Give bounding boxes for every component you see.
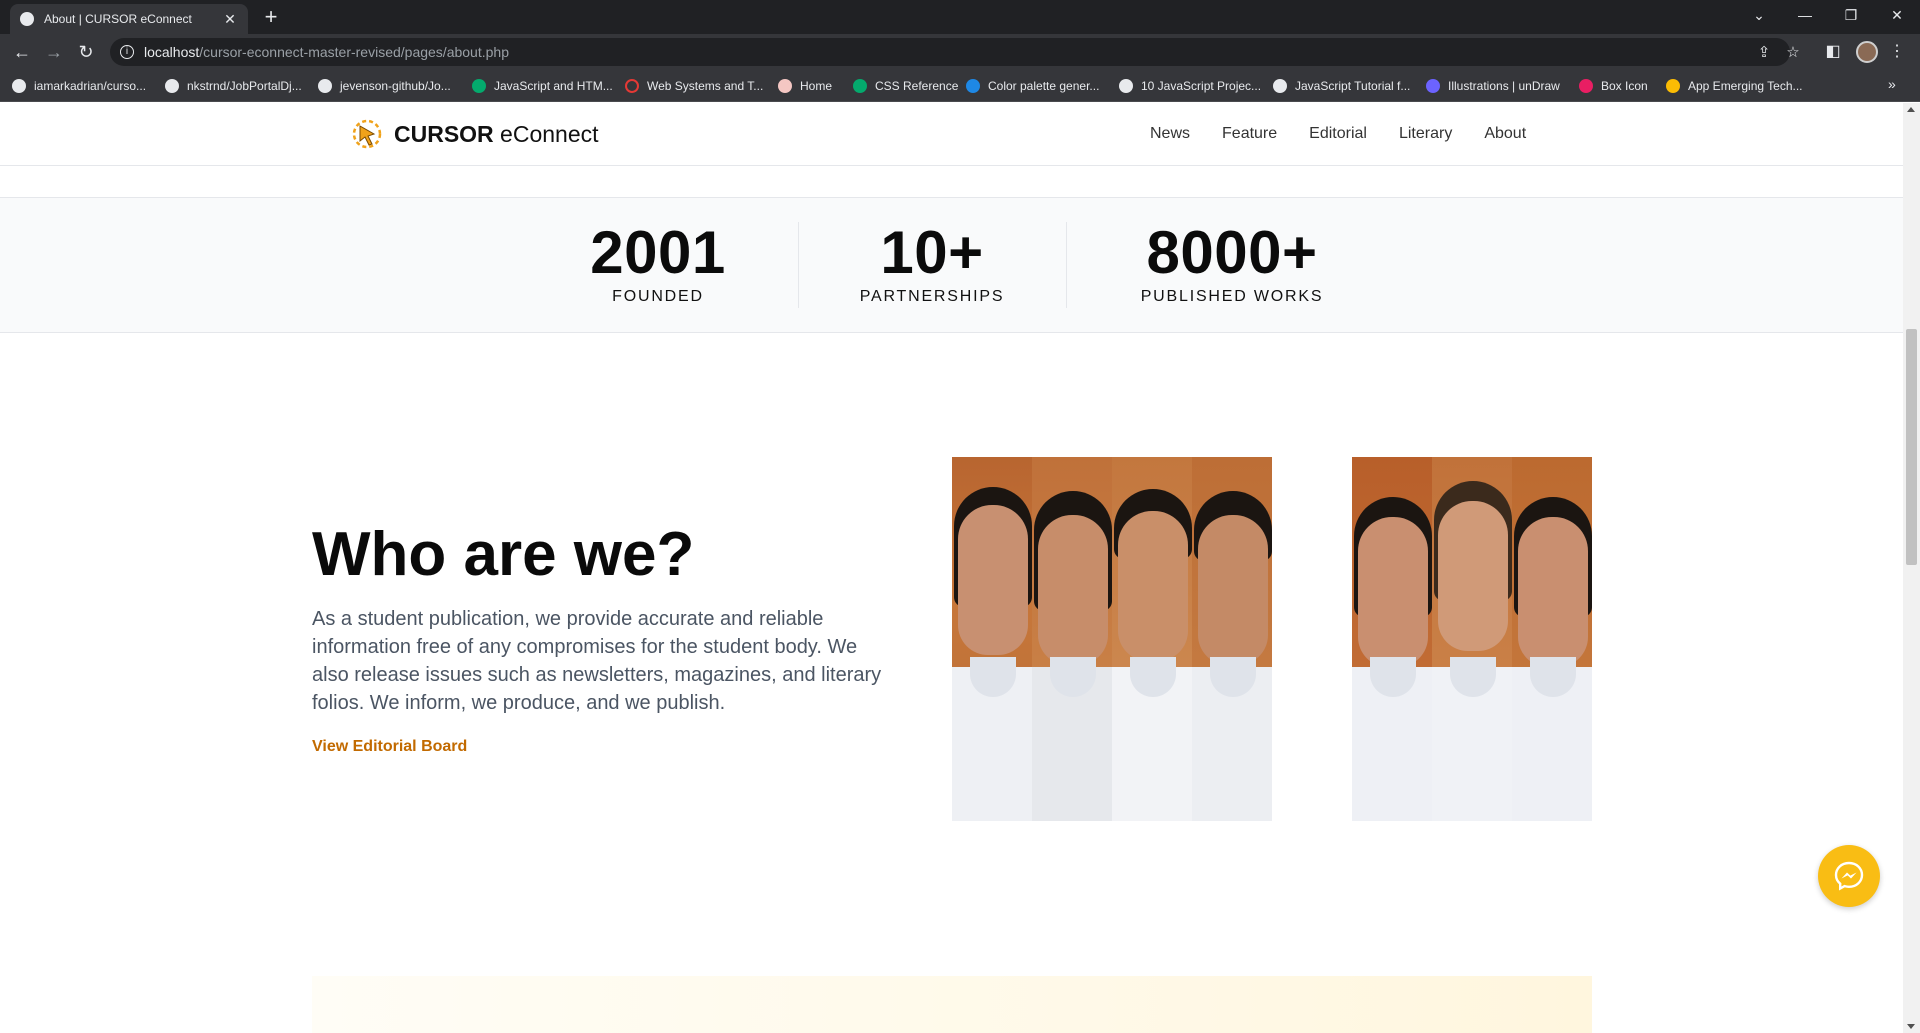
browser-toolbar: ← → ↻ i localhost/cursor-econnect-master…: [0, 34, 1920, 70]
stat-founded: 2001 FOUNDED: [558, 220, 758, 306]
bookmark-item[interactable]: CSS Reference: [853, 78, 958, 94]
nav-link-editorial[interactable]: Editorial: [1309, 125, 1367, 143]
editorial-photo-collage-right: [1352, 457, 1592, 821]
side-panel-icon[interactable]: ◧: [1822, 41, 1844, 61]
forward-arrow-icon[interactable]: →: [42, 40, 66, 64]
stat-partnerships: 10+ PARTNERSHIPS: [832, 220, 1032, 306]
next-section-card: [312, 976, 1592, 1033]
bookmark-item[interactable]: Illustrations | unDraw: [1426, 78, 1560, 94]
stat-value: 8000+: [1146, 219, 1318, 286]
site-header: CURSOR eConnect News Feature Editorial L…: [0, 103, 1903, 166]
bookmark-item[interactable]: Box Icon: [1579, 78, 1648, 94]
new-tab-button[interactable]: +: [258, 4, 284, 30]
portrait-strip: [1112, 457, 1192, 821]
stat-divider: [798, 222, 799, 308]
stat-label: PARTNERSHIPS: [859, 288, 1005, 305]
close-window-button[interactable]: ✕: [1874, 0, 1920, 30]
bookmarks-bar: iamarkadrian/curso... nkstrnd/JobPortalD…: [0, 70, 1920, 102]
reload-icon[interactable]: ↻: [74, 40, 98, 64]
bookmark-item[interactable]: 10 JavaScript Projec...: [1119, 78, 1261, 94]
bookmark-item[interactable]: jevenson-github/Jo...: [318, 78, 451, 94]
scroll-down-arrow-icon[interactable]: [1907, 1024, 1915, 1029]
bookmark-star-icon[interactable]: ☆: [1784, 43, 1802, 61]
stat-divider: [1066, 222, 1067, 308]
bookmark-item[interactable]: JavaScript Tutorial f...: [1273, 78, 1410, 94]
site-favicon-icon: [20, 12, 34, 26]
ring-icon: [625, 79, 639, 93]
tab-search-icon[interactable]: ⌄: [1736, 0, 1782, 30]
undraw-icon: [1426, 79, 1440, 93]
site-info-icon[interactable]: i: [120, 45, 134, 59]
portrait-strip: [952, 457, 1032, 821]
nav-link-about[interactable]: About: [1484, 125, 1526, 143]
share-icon[interactable]: ⇪: [1755, 43, 1773, 61]
stat-value: 2001: [590, 219, 726, 286]
stat-label: FOUNDED: [612, 288, 704, 305]
cursor-logo-icon: [350, 117, 384, 151]
messenger-chat-button[interactable]: [1818, 845, 1880, 907]
browser-tab-active[interactable]: About | CURSOR eConnect ✕: [10, 4, 248, 34]
stat-label: PUBLISHED WORKS: [1140, 288, 1324, 305]
browser-tab-strip: About | CURSOR eConnect ✕ + ⌄ — ❐ ✕: [0, 0, 1920, 34]
bookmark-item[interactable]: iamarkadrian/curso...: [12, 78, 146, 94]
portrait-strip: [1192, 457, 1272, 821]
brand-name-light: eConnect: [493, 120, 599, 147]
drive-icon: [1666, 79, 1680, 93]
who-are-we-heading: Who are we?: [312, 520, 695, 589]
stat-value: 10+: [880, 219, 984, 286]
home-favicon: [778, 79, 792, 93]
bookmark-item[interactable]: Home: [778, 78, 832, 94]
coolors-icon: [966, 79, 980, 93]
codepen-icon: [1119, 79, 1133, 93]
back-arrow-icon[interactable]: ←: [10, 40, 34, 64]
boxicon-icon: [1579, 79, 1593, 93]
minimize-button[interactable]: —: [1782, 0, 1828, 30]
codepen-icon: [1273, 79, 1287, 93]
bookmark-item[interactable]: nkstrnd/JobPortalDj...: [165, 78, 302, 94]
github-icon: [12, 79, 26, 93]
tab-title: About | CURSOR eConnect: [44, 12, 192, 26]
editorial-photo-collage-left: [952, 457, 1272, 821]
profile-avatar[interactable]: [1856, 41, 1878, 63]
main-nav: News Feature Editorial Literary About: [1150, 125, 1526, 143]
github-icon: [165, 79, 179, 93]
site-logo[interactable]: CURSOR eConnect: [350, 117, 599, 151]
bookmark-item[interactable]: Color palette gener...: [966, 78, 1099, 94]
url-path: /cursor-econnect-master-revised/pages/ab…: [199, 44, 509, 60]
browser-menu-icon[interactable]: ⋮: [1886, 41, 1908, 61]
github-icon: [318, 79, 332, 93]
stats-section: 2001 FOUNDED 10+ PARTNERSHIPS 8000+ PUBL…: [0, 197, 1903, 333]
brand-name: CURSOR eConnect: [394, 121, 599, 148]
nav-link-news[interactable]: News: [1150, 125, 1190, 143]
scroll-up-arrow-icon[interactable]: [1907, 107, 1915, 112]
w3schools-icon: [472, 79, 486, 93]
brand-name-bold: CURSOR: [394, 120, 494, 147]
bookmark-item[interactable]: App Emerging Tech...: [1666, 78, 1803, 94]
portrait-strip: [1352, 457, 1432, 821]
stat-published-works: 8000+ PUBLISHED WORKS: [1102, 220, 1362, 306]
nav-link-feature[interactable]: Feature: [1222, 125, 1277, 143]
portrait-strip: [1512, 457, 1592, 821]
address-bar[interactable]: i localhost/cursor-econnect-master-revis…: [110, 38, 1800, 66]
portrait-strip: [1032, 457, 1112, 821]
page-scrollbar[interactable]: [1903, 103, 1920, 1033]
who-are-we-description: As a student publication, we provide acc…: [312, 608, 882, 714]
page-viewport: CURSOR eConnect News Feature Editorial L…: [0, 103, 1903, 1033]
messenger-icon: [1834, 861, 1864, 891]
bookmarks-overflow-icon[interactable]: »: [1888, 76, 1896, 92]
nav-link-literary[interactable]: Literary: [1399, 125, 1452, 143]
bookmark-item[interactable]: JavaScript and HTM...: [472, 78, 613, 94]
tab-close-icon[interactable]: ✕: [222, 11, 238, 28]
portrait-strip: [1432, 457, 1512, 821]
url-host: localhost: [144, 44, 200, 60]
view-editorial-board-link[interactable]: View Editorial Board: [312, 738, 467, 756]
w3schools-icon: [853, 79, 867, 93]
restore-button[interactable]: ❐: [1828, 0, 1874, 30]
scrollbar-thumb[interactable]: [1906, 329, 1917, 565]
bookmark-item[interactable]: Web Systems and T...: [625, 78, 763, 94]
